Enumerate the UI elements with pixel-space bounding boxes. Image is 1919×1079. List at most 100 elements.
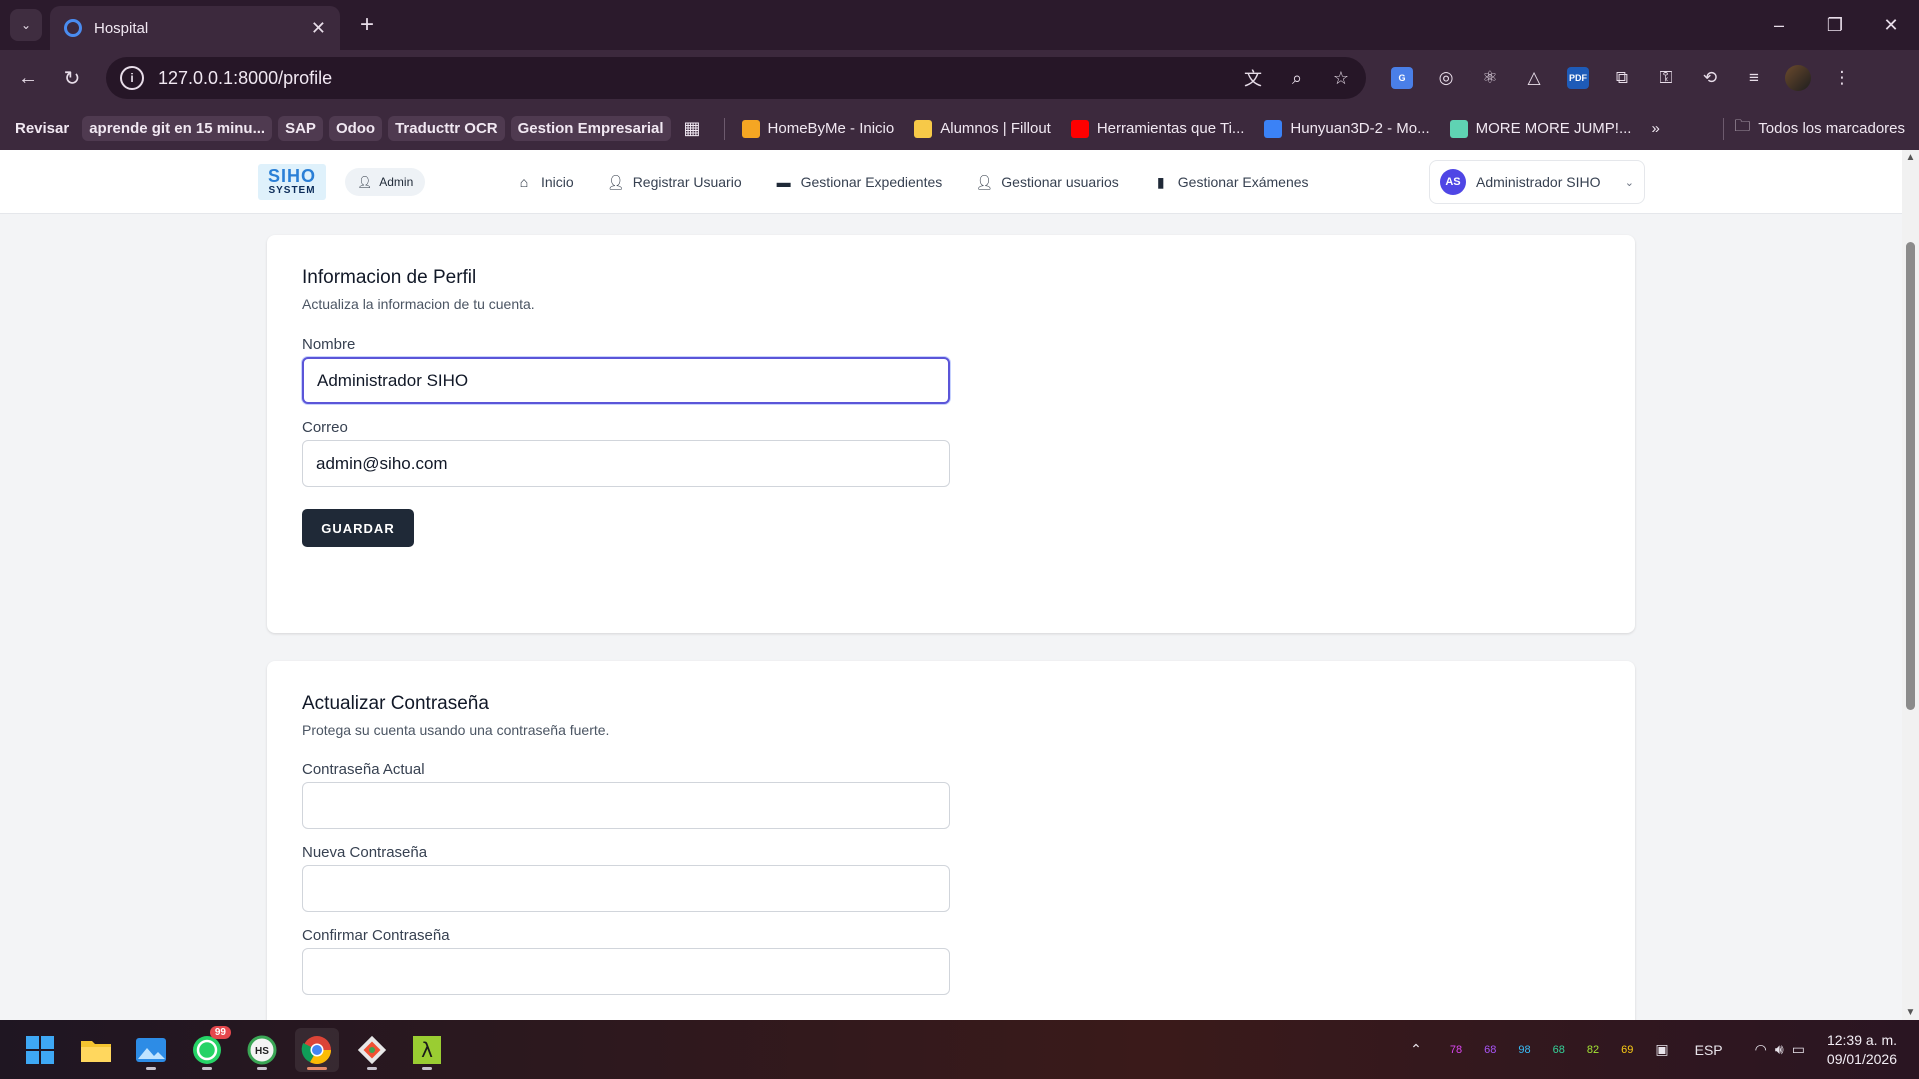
whatsapp-app[interactable]: 99 [185,1026,231,1072]
nav-registrar-usuario[interactable]: 👤︎ Registrar Usuario [607,174,742,191]
more-bookmarks-icon[interactable]: » [1644,116,1666,141]
passwords-button[interactable]: ⚿ [1644,62,1688,94]
angular-extension[interactable]: △ [1512,62,1556,94]
reload-button[interactable]: ↻ [56,62,88,94]
folder-icon [81,1041,111,1062]
history-button[interactable]: ⟲ [1688,62,1732,94]
tray-monitor-value[interactable]: 78 [1450,1044,1462,1056]
nav-gestionar-expedientes[interactable]: ▬ Gestionar Expedientes [776,174,943,190]
address-bar[interactable]: i 127.0.0.1:8000/profile 文 ⌕ ☆ [106,57,1366,99]
nav-gestionar-examenes[interactable]: ▮ Gestionar Exámenes [1153,174,1309,191]
update-password-card: Actualizar Contraseña Protega su cuenta … [267,661,1635,1020]
chrome-menu-button[interactable]: ⋮ [1820,62,1864,94]
back-button[interactable]: ← [12,62,44,94]
google-translate-extension[interactable]: G [1380,62,1424,94]
name-input[interactable] [302,357,950,404]
bookmark-item[interactable]: aprende git en 15 minu... [82,116,273,141]
new-password-label: Nueva Contraseña [302,844,428,861]
role-badge: 👤︎ Admin [345,168,426,196]
translate-icon[interactable]: 文 [1242,65,1264,91]
save-button[interactable]: GUARDAR [302,509,414,547]
profile-button[interactable] [1776,62,1820,94]
restore-button[interactable]: ❐ [1807,0,1863,50]
running-indicator [146,1067,156,1070]
record-extension[interactable]: ◎ [1424,62,1468,94]
email-input[interactable] [302,440,950,487]
clock-date: 09/01/2026 [1826,1050,1897,1067]
scroll-up-icon[interactable]: ▲ [1905,152,1916,163]
bookmark-star-icon[interactable]: ☆ [1330,68,1352,89]
wifi-icon[interactable]: ◠ [1755,1041,1767,1058]
scroll-down-icon[interactable]: ▼ [1905,1007,1916,1018]
chrome-icon [301,1036,331,1064]
tray-monitor-value[interactable]: 68 [1484,1044,1496,1056]
language-indicator[interactable]: ESP [1695,1042,1723,1058]
close-window-button[interactable]: ✕ [1863,0,1919,50]
bookmark-favicon-icon [1449,119,1468,138]
tray-monitor-value[interactable]: 82 [1587,1044,1599,1056]
volume-icon[interactable]: 🔊︎ [1775,1041,1784,1058]
running-indicator [257,1067,267,1070]
tray-monitor-value[interactable]: 69 [1621,1044,1633,1056]
password-card-subtitle: Protega su cuenta usando una contraseña … [302,722,610,738]
start-button[interactable] [18,1028,62,1072]
chevron-up-icon[interactable]: ⌃ [1410,1041,1422,1058]
bookmark-item[interactable]: Odoo [328,116,383,141]
scrollbar-thumb[interactable] [1906,242,1915,710]
bookmark-item[interactable]: Hunyuan3D-2 - Mo... [1257,116,1436,142]
bookmark-item[interactable]: Gestion Empresarial [510,116,671,141]
media-controls-button[interactable]: ≡ [1732,62,1776,94]
bookmark-item[interactable]: HomeByMe - Inicio [735,116,902,142]
bookmark-item[interactable]: Traducttr OCR [388,116,505,141]
email-label: Correo [302,419,348,436]
bookmark-item[interactable]: MORE MORE JUMP!... [1443,116,1639,142]
apps-grid-icon[interactable]: ▦ [677,114,708,143]
clock[interactable]: 12:39 a. m. 09/01/2026 [1827,1031,1897,1069]
bookmark-item[interactable]: Alumnos | Fillout [907,116,1058,142]
browser-tab-active[interactable]: Hospital ✕ [50,6,340,50]
lambda-app[interactable]: λ [405,1028,449,1072]
extensions-menu[interactable]: ⧉ [1600,62,1644,94]
bookmark-item[interactable]: Revisar [8,116,76,141]
git-app[interactable] [350,1028,394,1072]
windows-logo-icon [26,1036,54,1064]
all-bookmarks[interactable]: 🗀 Todos los marcadores [1713,107,1905,150]
zoom-icon[interactable]: ⌕ [1286,68,1308,89]
new-tab-button[interactable]: + [352,10,382,40]
clock-time: 12:39 a. m. [1826,1031,1897,1048]
current-password-input[interactable] [302,782,950,829]
new-password-input[interactable] [302,865,950,912]
site-info-icon[interactable]: i [120,66,144,90]
react-devtools-extension[interactable]: ⚛ [1468,62,1512,94]
bookmark-item[interactable]: SAP [278,116,323,141]
bookmark-item[interactable]: Herramientas que Ti... [1064,116,1252,142]
folder-icon: ▬ [776,174,791,190]
user-dropdown[interactable]: AS Administrador SIHO ⌄ [1429,160,1645,204]
running-indicator [367,1067,377,1070]
svg-text:HS: HS [255,1046,269,1057]
page-scrollbar[interactable]: ▲ ▼ [1902,150,1919,1020]
tray-monitor-value[interactable]: 98 [1518,1044,1530,1056]
photos-app[interactable] [129,1028,173,1072]
tray-monitor-value[interactable]: 68 [1553,1044,1565,1056]
confirm-password-input[interactable] [302,948,950,995]
minimize-button[interactable]: – [1751,0,1807,50]
profile-card-subtitle: Actualiza la informacion de tu cuenta. [302,296,535,312]
tab-search-button[interactable]: ⌄ [10,9,42,41]
hs-app[interactable]: HS [240,1028,284,1072]
role-label: Admin [379,175,414,189]
nav-inicio[interactable]: ⌂ Inicio [516,174,574,190]
close-tab-icon[interactable]: ✕ [311,18,326,39]
nav-gestionar-usuarios[interactable]: 👤︎ Gestionar usuarios [975,174,1118,191]
file-explorer-app[interactable] [74,1028,118,1072]
bookmarks-bar: Revisar aprende git en 15 minu... SAP Odoo T… [0,107,1919,150]
pdf-extension[interactable]: PDF [1556,62,1600,94]
siho-logo[interactable]: SIHO SYSTEM [258,164,326,200]
url-text[interactable]: 127.0.0.1:8000/profile [158,68,1220,89]
battery-icon[interactable]: ▭ [1792,1041,1805,1058]
confirm-password-label: Confirmar Contraseña [302,927,450,944]
chevron-down-icon: ⌄ [1624,176,1634,189]
monitor-icon[interactable]: ▣ [1655,1041,1668,1058]
bookmark-label: MORE MORE JUMP!... [1475,120,1632,137]
chrome-app[interactable] [295,1028,339,1072]
